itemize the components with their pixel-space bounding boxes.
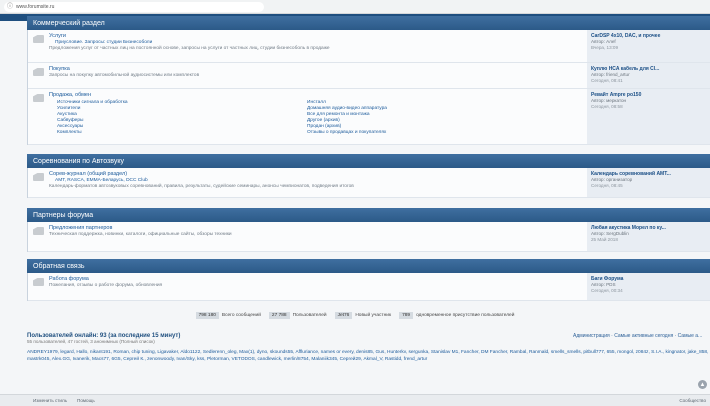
forum-read-icon xyxy=(33,68,44,76)
online-user-list[interactable]: ANDREY1979, legard, Hallo, nikant191, Ro… xyxy=(27,349,710,363)
stat-number[interactable]: Jet76 xyxy=(334,311,353,319)
info-icon: ⓘ xyxy=(7,3,14,10)
last-post-date: Вчера, 13:09 xyxy=(591,45,619,50)
section-commercial: Коммерческий раздел Услуги Приусловие. З… xyxy=(27,16,710,145)
forum-title-link[interactable]: Работа форума xyxy=(49,276,594,283)
stat-number: 798 180 xyxy=(195,311,219,319)
forum-row-purchase: Покупка Запросы на покупку автомобильной… xyxy=(28,63,710,89)
last-post-cell: Баги Форума Автор: PDS Сегодня, 00:34 xyxy=(587,273,710,300)
stat-posts: 798 180 Всего сообщений xyxy=(195,311,261,319)
forum-read-icon xyxy=(33,35,44,43)
last-post-date: Сегодня, 08:45 xyxy=(591,183,623,188)
stat-number: 27 788 xyxy=(268,311,290,319)
section-feedback: Обратная связь Работа форума Пожелания, … xyxy=(27,259,710,301)
scroll-top-icon[interactable]: ▲ xyxy=(698,380,707,389)
browser-address-bar: ⓘ www.forumsite.ru xyxy=(0,0,710,14)
last-post-cell: Любая акустика Морел по ку... Автор: Ser… xyxy=(587,222,710,251)
forum-stats: 798 180 Всего сообщений 27 788 Пользоват… xyxy=(0,310,710,320)
online-summary: 55 пользователей, 47 гостей, 3 анонимных… xyxy=(27,339,155,344)
stat-users: 27 788 Пользователей xyxy=(268,311,327,319)
forum-title-link[interactable]: Сорев-журнал (общий раздел) xyxy=(49,171,594,178)
forum-read-icon xyxy=(33,173,44,181)
stat-label: Новый участник xyxy=(355,312,392,318)
forum-description: Техническая поддержка, новинки, каталоги… xyxy=(49,232,232,237)
change-style-link[interactable]: Изменить стиль xyxy=(33,398,67,403)
last-post-date: Сегодня, 08:58 xyxy=(591,104,623,109)
forum-description: Пожелания, отзывы о работе форума, обнов… xyxy=(49,283,163,288)
section-partners: Партнеры форума Предложения партнеров Те… xyxy=(27,208,710,252)
forum-row-partners: Предложения партнеров Техническая поддер… xyxy=(28,222,710,252)
forum-read-icon xyxy=(33,278,44,286)
stat-label: одновременное присутствие пользователей xyxy=(416,312,515,318)
forum-row-sale: Продажа, обмен Источники сигнала и обраб… xyxy=(28,89,710,145)
url-text: www.forumsite.ru xyxy=(16,3,55,10)
section-header[interactable]: Обратная связь xyxy=(27,259,710,273)
forum-description: Запросы на покупку автомобильной аудиоси… xyxy=(49,73,200,78)
forum-row-feedback: Работа форума Пожелания, отзывы о работе… xyxy=(28,273,710,301)
forum-description: Календарь-форматов автозвуковых соревнов… xyxy=(49,184,354,189)
subforum-link[interactable]: Комплекты xyxy=(49,130,299,136)
forum-description: Предложения услуг от частных лиц на пост… xyxy=(49,46,330,51)
section-header[interactable]: Партнеры форума xyxy=(27,208,710,222)
forum-read-icon xyxy=(33,94,44,102)
forum-title-link[interactable]: Покупка xyxy=(49,66,594,73)
last-post-date: Сегодня, 00:34 xyxy=(591,288,623,293)
footer: Изменить стиль Помощь Сообщество xyxy=(0,394,710,406)
forum-row-services: Услуги Приусловие. Запросы: студии Бизне… xyxy=(28,30,710,63)
last-post-date: Сегодня, 08:41 xyxy=(591,78,623,83)
last-post-cell: Календарь соревнований AMT... Автор: орг… xyxy=(587,168,710,197)
stat-label: Всего сообщений xyxy=(221,312,261,318)
help-link[interactable]: Помощь xyxy=(77,398,95,403)
stat-label: Пользователей xyxy=(292,312,327,318)
subforum-link[interactable]: Отзывы о продавцах и покупателях xyxy=(299,130,549,136)
forum-row-competitions: Сорев-журнал (общий раздел) AMT, RASCA, … xyxy=(28,168,710,198)
section-header[interactable]: Коммерческий раздел xyxy=(27,16,710,30)
last-post-cell: CarDSP 4x10, DAC, и прочее Автор: Алеf В… xyxy=(587,30,710,62)
stat-max-online: 789 одновременное присутствие пользовате… xyxy=(399,311,515,319)
stat-newest: Jet76 Новый участник xyxy=(334,311,392,319)
last-post-cell: Куплю HCA кабель для Cl... Автор: friend… xyxy=(587,63,710,88)
subforum-list: Источники сигнала и обработка Усилители … xyxy=(49,100,594,136)
stat-number: 789 xyxy=(399,311,414,319)
section-competitions: Соревнования по Автозвуку Сорев-журнал (… xyxy=(27,154,710,198)
forum-title-link[interactable]: Услуги xyxy=(49,33,594,40)
last-post-date: 25 Май 2018 xyxy=(591,237,618,242)
community-link[interactable]: Сообщество xyxy=(679,398,706,403)
section-header[interactable]: Соревнования по Автозвуку xyxy=(27,154,710,168)
online-links[interactable]: Администрация · Самые активные сегодня ·… xyxy=(573,333,702,339)
forum-title-link[interactable]: Продажа, обмен xyxy=(49,92,594,99)
forum-read-icon xyxy=(33,227,44,235)
last-post-cell: Ревайт Ampre po150 Автор: меркатон Сегод… xyxy=(587,89,710,144)
forum-title-link[interactable]: Предложения партнеров xyxy=(49,225,594,232)
url-field[interactable]: ⓘ www.forumsite.ru xyxy=(4,1,264,12)
